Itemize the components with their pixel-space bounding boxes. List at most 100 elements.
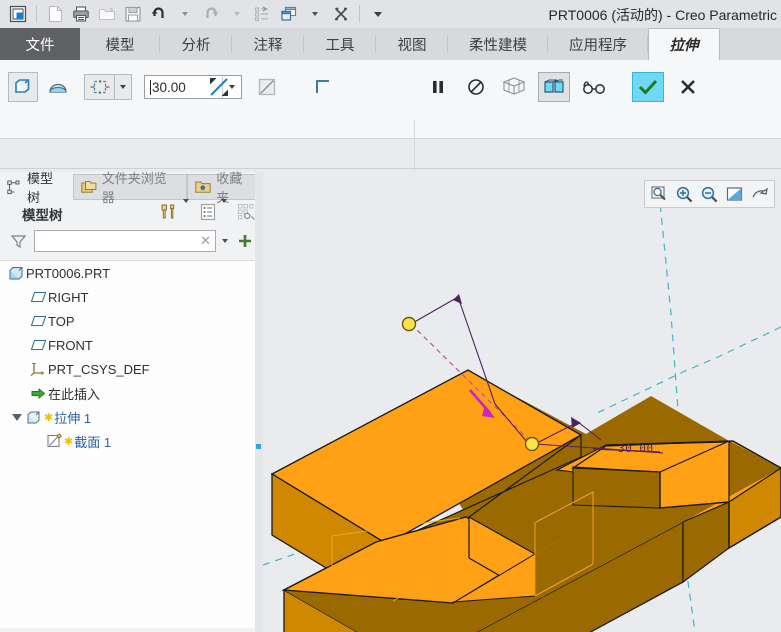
tree-item-part-label: PRT0006.PRT: [26, 266, 110, 281]
pause-icon[interactable]: [424, 72, 452, 102]
accept-check-icon[interactable]: [632, 72, 664, 102]
qat-divider-2: [359, 5, 360, 23]
drag-handle-start: [403, 318, 416, 331]
title-bar: PRT0006 (活动的) - Creo Parametric: [0, 0, 781, 28]
graphics-toolbar: [644, 180, 775, 208]
zoom-in-icon[interactable]: [673, 183, 696, 205]
tree-item-extrude1[interactable]: ✱ 拉伸 1: [0, 405, 255, 429]
tree-item-csys[interactable]: PRT_CSYS_DEF: [0, 357, 255, 381]
redo-dropdown-icon[interactable]: [225, 3, 249, 25]
new-file-icon[interactable]: [43, 3, 67, 25]
extrude-feature-icon: [24, 409, 44, 425]
tree-item-section1[interactable]: ✱ 截面 1: [0, 429, 255, 453]
ribbon-tab-flexible[interactable]: 柔性建模: [448, 28, 548, 60]
dashboard-right-group: [424, 72, 702, 102]
ribbon-tab-bar: 文件 模型 分析 注释 工具 视图 柔性建模 应用程序 拉伸: [0, 28, 781, 60]
close-window-icon[interactable]: [329, 3, 353, 25]
ribbon-tab-view[interactable]: 视图: [376, 28, 448, 60]
ribbon-tab-application-label: 应用程序: [569, 34, 627, 55]
cancel-x-icon[interactable]: [674, 72, 702, 102]
depth-value: 30.00: [152, 80, 186, 95]
clear-x-icon[interactable]: ✕: [200, 233, 211, 249]
tree-item-front-label: FRONT: [48, 338, 93, 353]
panel-tab-folder-browser[interactable]: 文件夹浏览器: [73, 174, 188, 200]
extrude-outline: [411, 297, 458, 324]
dimension-value-label[interactable]: 30.00: [618, 442, 654, 455]
depth-blind-icon[interactable]: [84, 74, 114, 100]
save-icon[interactable]: [121, 3, 145, 25]
ribbon-tab-extrude[interactable]: 拉伸: [648, 28, 720, 60]
tree-filter-input[interactable]: ✕: [34, 230, 216, 252]
modified-star-icon: ✱: [64, 435, 73, 448]
model-tree[interactable]: PRT0006.PRT RIGHT TOP: [0, 260, 255, 628]
no-preview-icon[interactable]: [462, 72, 490, 102]
solid-extrude-icon[interactable]: [8, 72, 38, 102]
tree-columns-dropdown-icon[interactable]: [221, 203, 227, 221]
tree-item-right[interactable]: RIGHT: [0, 285, 255, 309]
inspect-glasses-icon[interactable]: [580, 72, 608, 102]
panel-tab-favorites[interactable]: 收藏夹: [187, 174, 263, 200]
print-icon[interactable]: [69, 3, 93, 25]
window-dropdown-icon[interactable]: [303, 3, 327, 25]
tree-expander-down-icon[interactable]: [10, 414, 24, 421]
folder-browser-icon: [81, 180, 97, 194]
tree-settings-icon[interactable]: [159, 202, 179, 222]
regenerate-icon[interactable]: [251, 3, 275, 25]
model-tree-icon: [7, 180, 22, 195]
ribbon-tab-analysis[interactable]: 分析: [160, 28, 232, 60]
panel-splitter[interactable]: [255, 172, 263, 632]
tree-columns-icon[interactable]: [199, 203, 217, 221]
ribbon-tab-tools[interactable]: 工具: [304, 28, 376, 60]
tree-item-part[interactable]: PRT0006.PRT: [0, 261, 255, 285]
left-panel-title: 模型树: [22, 204, 63, 224]
repaint-icon[interactable]: [748, 183, 771, 205]
tree-item-top-label: TOP: [48, 314, 75, 329]
ribbon-tab-model[interactable]: 模型: [80, 28, 160, 60]
thicken-sketch-icon[interactable]: [309, 72, 337, 102]
app-menu-icon[interactable]: [6, 3, 30, 25]
undo-dropdown-icon[interactable]: [173, 3, 197, 25]
text-cursor: [150, 80, 151, 95]
chevron-down-icon[interactable]: [216, 239, 234, 243]
tree-item-insert-here[interactable]: 在此插入: [0, 381, 255, 405]
insert-here-icon: [28, 386, 48, 401]
plus-icon[interactable]: [234, 233, 256, 249]
datum-display-icon[interactable]: [500, 72, 528, 102]
tree-item-top[interactable]: TOP: [0, 309, 255, 333]
undo-icon[interactable]: [147, 3, 171, 25]
extrude-arrow-up: [453, 294, 462, 304]
zoom-window-icon[interactable]: [648, 183, 671, 205]
model-face-wall-right: [573, 467, 660, 508]
depth-mode-combo[interactable]: [84, 74, 132, 100]
filter-icon[interactable]: [8, 234, 28, 249]
flip-direction-icon[interactable]: [205, 72, 233, 102]
preview-icon[interactable]: [538, 72, 570, 102]
tree-settings-dropdown-icon[interactable]: [183, 203, 189, 221]
tree-item-insert-here-label: 在此插入: [48, 384, 100, 403]
drag-handle-end: [526, 438, 539, 451]
tree-item-front[interactable]: FRONT: [0, 333, 255, 357]
tree-item-extrude1-label: 拉伸 1: [54, 408, 91, 427]
panel-splitter-handle[interactable]: [256, 444, 261, 449]
ribbon-tab-flexible-label: 柔性建模: [469, 34, 527, 55]
refit-icon[interactable]: [723, 183, 746, 205]
tree-filter-display-icon[interactable]: [237, 203, 257, 221]
remove-material-icon[interactable]: [253, 72, 281, 102]
model-viewport[interactable]: [263, 172, 781, 632]
redo-icon[interactable]: [199, 3, 223, 25]
open-folder-icon[interactable]: [95, 3, 119, 25]
panel-tab-model-tree[interactable]: 模型树: [0, 174, 73, 200]
ribbon-tab-file[interactable]: 文件: [0, 28, 80, 60]
ribbon-tab-model-label: 模型: [106, 34, 135, 55]
ribbon-tab-application[interactable]: 应用程序: [548, 28, 648, 60]
depth-mode-dropdown-icon[interactable]: [114, 74, 132, 100]
zoom-out-icon[interactable]: [698, 183, 721, 205]
modified-star-icon: ✱: [44, 411, 53, 424]
window-switch-icon[interactable]: [277, 3, 301, 25]
ribbon-tab-tools-label: 工具: [326, 34, 355, 55]
ribbon-tab-annotate[interactable]: 注释: [232, 28, 304, 60]
qat-overflow-icon[interactable]: [366, 3, 390, 25]
datum-plane-icon: [28, 339, 48, 352]
graphics-area[interactable]: 30.00: [263, 172, 781, 632]
surface-extrude-icon[interactable]: [44, 72, 72, 102]
